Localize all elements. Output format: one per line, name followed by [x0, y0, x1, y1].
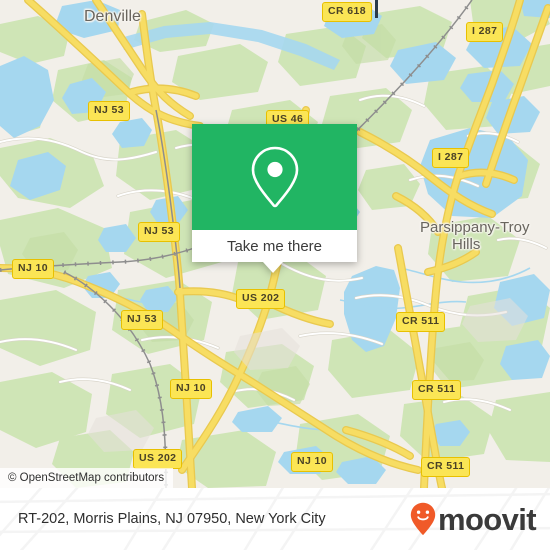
footer-content: RT-202, Morris Plains, NJ 07950, New Yor… [0, 488, 550, 550]
popup-header [192, 124, 357, 230]
map-marker-bar [375, 0, 378, 18]
road-shield-cr-511-south[interactable]: CR 511 [421, 457, 471, 477]
road-shield-cr-511-north[interactable]: CR 511 [396, 312, 446, 332]
map-screenshot-root: Denville Parsippany-Troy Hills CR 618 I … [0, 0, 550, 550]
place-label-denville: Denville [84, 8, 141, 25]
popup-tail-pointer [263, 262, 283, 273]
map-pin-icon [251, 146, 298, 208]
place-label-parsippany-line1: Parsippany-Troy [420, 219, 530, 236]
location-popup-card[interactable]: Take me there [192, 124, 357, 273]
osm-attribution[interactable]: © OpenStreetMap contributors [0, 468, 174, 488]
moovit-logo[interactable]: moovit [410, 501, 537, 537]
road-shield-nj-10-mid[interactable]: NJ 10 [170, 379, 213, 399]
road-shield-i-287-north[interactable]: I 287 [466, 22, 504, 42]
road-shield-nj-10-south[interactable]: NJ 10 [291, 452, 334, 472]
moovit-smiley-pin-icon [410, 502, 436, 535]
place-label-parsippany-line2: Hills [452, 236, 481, 253]
road-shield-cr-511-mid[interactable]: CR 511 [412, 380, 462, 400]
road-shield-nj-53-north[interactable]: NJ 53 [88, 101, 131, 121]
road-shield-us-202-mid[interactable]: US 202 [236, 289, 286, 309]
road-shield-us-202-south[interactable]: US 202 [133, 449, 183, 469]
road-shield-cr-618[interactable]: CR 618 [322, 2, 373, 22]
footer-bar: RT-202, Morris Plains, NJ 07950, New Yor… [0, 488, 550, 550]
road-shield-nj-53-mid[interactable]: NJ 53 [138, 222, 181, 242]
popup-action-bar[interactable]: Take me there [192, 230, 357, 262]
road-shield-nj-10-west[interactable]: NJ 10 [12, 259, 55, 279]
road-shield-nj-53-south[interactable]: NJ 53 [121, 310, 164, 330]
location-address-label: RT-202, Morris Plains, NJ 07950, New Yor… [18, 511, 326, 527]
map-canvas[interactable]: Denville Parsippany-Troy Hills CR 618 I … [0, 0, 550, 488]
road-shield-i-287-mid[interactable]: I 287 [432, 148, 470, 168]
moovit-wordmark: moovit [437, 501, 537, 537]
take-me-there-label: Take me there [226, 237, 323, 255]
